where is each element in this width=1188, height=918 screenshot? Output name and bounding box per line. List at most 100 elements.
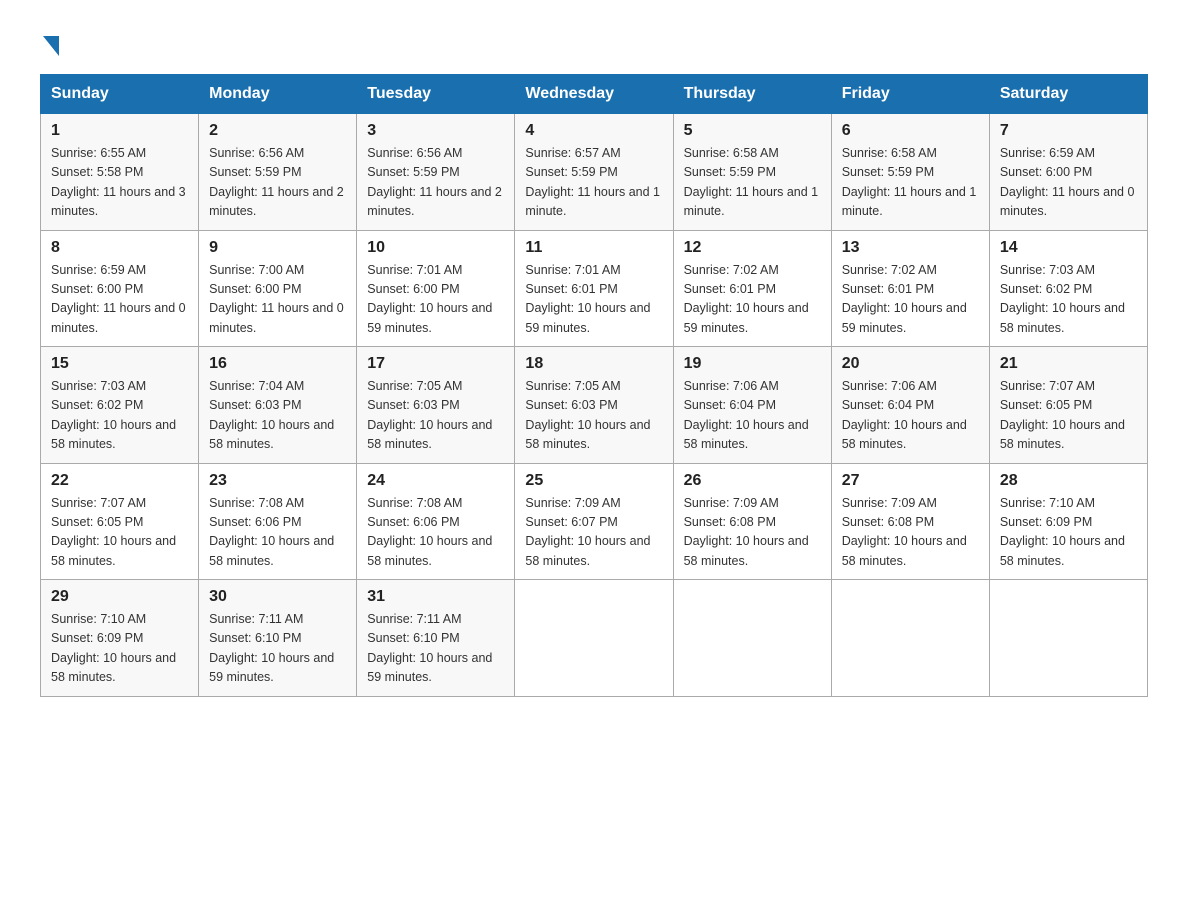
calendar-cell: 5 Sunrise: 6:58 AMSunset: 5:59 PMDayligh… — [673, 114, 831, 231]
header-saturday: Saturday — [989, 75, 1147, 114]
day-info: Sunrise: 6:55 AMSunset: 5:58 PMDaylight:… — [51, 146, 186, 218]
calendar-cell: 2 Sunrise: 6:56 AMSunset: 5:59 PMDayligh… — [199, 114, 357, 231]
day-number: 21 — [1000, 355, 1137, 373]
calendar-cell: 4 Sunrise: 6:57 AMSunset: 5:59 PMDayligh… — [515, 114, 673, 231]
calendar-cell: 11 Sunrise: 7:01 AMSunset: 6:01 PMDaylig… — [515, 230, 673, 347]
calendar-cell: 26 Sunrise: 7:09 AMSunset: 6:08 PMDaylig… — [673, 463, 831, 580]
calendar-cell: 29 Sunrise: 7:10 AMSunset: 6:09 PMDaylig… — [41, 580, 199, 697]
day-number: 3 — [367, 122, 504, 140]
day-number: 4 — [525, 122, 662, 140]
day-number: 17 — [367, 355, 504, 373]
calendar-cell: 31 Sunrise: 7:11 AMSunset: 6:10 PMDaylig… — [357, 580, 515, 697]
day-number: 2 — [209, 122, 346, 140]
calendar-cell: 14 Sunrise: 7:03 AMSunset: 6:02 PMDaylig… — [989, 230, 1147, 347]
day-info: Sunrise: 6:56 AMSunset: 5:59 PMDaylight:… — [209, 146, 344, 218]
day-number: 23 — [209, 472, 346, 490]
day-info: Sunrise: 7:08 AMSunset: 6:06 PMDaylight:… — [209, 496, 334, 568]
day-number: 27 — [842, 472, 979, 490]
day-number: 13 — [842, 239, 979, 257]
week-row-1: 1 Sunrise: 6:55 AMSunset: 5:58 PMDayligh… — [41, 114, 1148, 231]
day-info: Sunrise: 7:06 AMSunset: 6:04 PMDaylight:… — [684, 379, 809, 451]
day-number: 9 — [209, 239, 346, 257]
day-number: 25 — [525, 472, 662, 490]
day-info: Sunrise: 7:02 AMSunset: 6:01 PMDaylight:… — [684, 263, 809, 335]
calendar-cell: 28 Sunrise: 7:10 AMSunset: 6:09 PMDaylig… — [989, 463, 1147, 580]
calendar-cell: 22 Sunrise: 7:07 AMSunset: 6:05 PMDaylig… — [41, 463, 199, 580]
day-number: 18 — [525, 355, 662, 373]
day-number: 5 — [684, 122, 821, 140]
day-number: 7 — [1000, 122, 1137, 140]
day-info: Sunrise: 7:02 AMSunset: 6:01 PMDaylight:… — [842, 263, 967, 335]
day-info: Sunrise: 6:59 AMSunset: 6:00 PMDaylight:… — [1000, 146, 1135, 218]
day-info: Sunrise: 7:07 AMSunset: 6:05 PMDaylight:… — [1000, 379, 1125, 451]
calendar-cell: 9 Sunrise: 7:00 AMSunset: 6:00 PMDayligh… — [199, 230, 357, 347]
day-info: Sunrise: 7:07 AMSunset: 6:05 PMDaylight:… — [51, 496, 176, 568]
calendar-cell: 6 Sunrise: 6:58 AMSunset: 5:59 PMDayligh… — [831, 114, 989, 231]
day-number: 28 — [1000, 472, 1137, 490]
day-info: Sunrise: 6:58 AMSunset: 5:59 PMDaylight:… — [842, 146, 977, 218]
day-info: Sunrise: 7:10 AMSunset: 6:09 PMDaylight:… — [1000, 496, 1125, 568]
day-number: 30 — [209, 588, 346, 606]
day-number: 6 — [842, 122, 979, 140]
day-number: 1 — [51, 122, 188, 140]
calendar-cell — [673, 580, 831, 697]
day-info: Sunrise: 6:57 AMSunset: 5:59 PMDaylight:… — [525, 146, 660, 218]
day-number: 19 — [684, 355, 821, 373]
week-row-2: 8 Sunrise: 6:59 AMSunset: 6:00 PMDayligh… — [41, 230, 1148, 347]
calendar-cell: 19 Sunrise: 7:06 AMSunset: 6:04 PMDaylig… — [673, 347, 831, 464]
calendar-table: SundayMondayTuesdayWednesdayThursdayFrid… — [40, 74, 1148, 697]
header-row: SundayMondayTuesdayWednesdayThursdayFrid… — [41, 75, 1148, 114]
day-info: Sunrise: 7:00 AMSunset: 6:00 PMDaylight:… — [209, 263, 344, 335]
calendar-cell: 8 Sunrise: 6:59 AMSunset: 6:00 PMDayligh… — [41, 230, 199, 347]
day-info: Sunrise: 7:05 AMSunset: 6:03 PMDaylight:… — [525, 379, 650, 451]
day-info: Sunrise: 7:09 AMSunset: 6:07 PMDaylight:… — [525, 496, 650, 568]
day-info: Sunrise: 7:01 AMSunset: 6:01 PMDaylight:… — [525, 263, 650, 335]
calendar-cell: 23 Sunrise: 7:08 AMSunset: 6:06 PMDaylig… — [199, 463, 357, 580]
calendar-cell: 10 Sunrise: 7:01 AMSunset: 6:00 PMDaylig… — [357, 230, 515, 347]
calendar-cell — [831, 580, 989, 697]
day-info: Sunrise: 7:05 AMSunset: 6:03 PMDaylight:… — [367, 379, 492, 451]
day-info: Sunrise: 7:09 AMSunset: 6:08 PMDaylight:… — [842, 496, 967, 568]
day-info: Sunrise: 7:11 AMSunset: 6:10 PMDaylight:… — [367, 612, 492, 684]
day-info: Sunrise: 7:09 AMSunset: 6:08 PMDaylight:… — [684, 496, 809, 568]
calendar-cell: 25 Sunrise: 7:09 AMSunset: 6:07 PMDaylig… — [515, 463, 673, 580]
day-number: 15 — [51, 355, 188, 373]
calendar-cell: 7 Sunrise: 6:59 AMSunset: 6:00 PMDayligh… — [989, 114, 1147, 231]
logo — [40, 30, 59, 56]
day-number: 26 — [684, 472, 821, 490]
day-number: 8 — [51, 239, 188, 257]
day-info: Sunrise: 7:11 AMSunset: 6:10 PMDaylight:… — [209, 612, 334, 684]
calendar-cell — [515, 580, 673, 697]
week-row-3: 15 Sunrise: 7:03 AMSunset: 6:02 PMDaylig… — [41, 347, 1148, 464]
day-info: Sunrise: 7:03 AMSunset: 6:02 PMDaylight:… — [1000, 263, 1125, 335]
page-header — [40, 30, 1148, 56]
calendar-cell: 13 Sunrise: 7:02 AMSunset: 6:01 PMDaylig… — [831, 230, 989, 347]
header-monday: Monday — [199, 75, 357, 114]
calendar-cell: 21 Sunrise: 7:07 AMSunset: 6:05 PMDaylig… — [989, 347, 1147, 464]
day-number: 20 — [842, 355, 979, 373]
day-number: 29 — [51, 588, 188, 606]
day-number: 11 — [525, 239, 662, 257]
calendar-cell: 18 Sunrise: 7:05 AMSunset: 6:03 PMDaylig… — [515, 347, 673, 464]
day-info: Sunrise: 7:08 AMSunset: 6:06 PMDaylight:… — [367, 496, 492, 568]
day-info: Sunrise: 7:04 AMSunset: 6:03 PMDaylight:… — [209, 379, 334, 451]
day-number: 16 — [209, 355, 346, 373]
calendar-cell: 12 Sunrise: 7:02 AMSunset: 6:01 PMDaylig… — [673, 230, 831, 347]
day-number: 24 — [367, 472, 504, 490]
day-info: Sunrise: 6:58 AMSunset: 5:59 PMDaylight:… — [684, 146, 819, 218]
header-thursday: Thursday — [673, 75, 831, 114]
calendar-cell — [989, 580, 1147, 697]
header-tuesday: Tuesday — [357, 75, 515, 114]
header-wednesday: Wednesday — [515, 75, 673, 114]
week-row-5: 29 Sunrise: 7:10 AMSunset: 6:09 PMDaylig… — [41, 580, 1148, 697]
calendar-cell: 17 Sunrise: 7:05 AMSunset: 6:03 PMDaylig… — [357, 347, 515, 464]
day-number: 31 — [367, 588, 504, 606]
day-number: 14 — [1000, 239, 1137, 257]
day-info: Sunrise: 7:10 AMSunset: 6:09 PMDaylight:… — [51, 612, 176, 684]
calendar-cell: 16 Sunrise: 7:04 AMSunset: 6:03 PMDaylig… — [199, 347, 357, 464]
calendar-cell: 20 Sunrise: 7:06 AMSunset: 6:04 PMDaylig… — [831, 347, 989, 464]
calendar-cell: 1 Sunrise: 6:55 AMSunset: 5:58 PMDayligh… — [41, 114, 199, 231]
day-info: Sunrise: 6:56 AMSunset: 5:59 PMDaylight:… — [367, 146, 502, 218]
day-info: Sunrise: 7:01 AMSunset: 6:00 PMDaylight:… — [367, 263, 492, 335]
day-info: Sunrise: 6:59 AMSunset: 6:00 PMDaylight:… — [51, 263, 186, 335]
